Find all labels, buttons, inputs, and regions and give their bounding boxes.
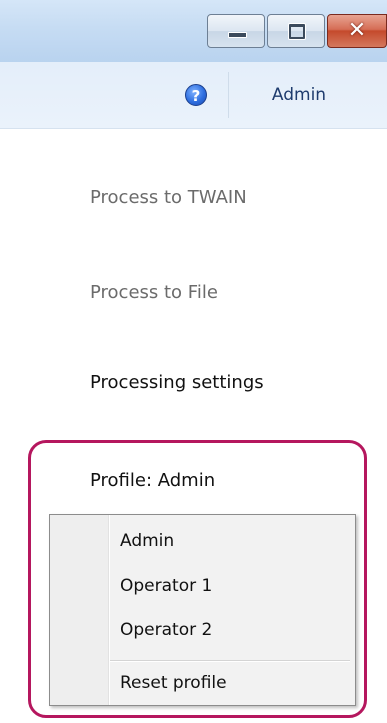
dropdown-separator: [110, 660, 350, 661]
close-button[interactable]: ✕: [327, 14, 387, 48]
app-window: ✕ ? Admin Process to TWAIN Process to Fi…: [0, 0, 387, 723]
maximize-icon: [289, 24, 305, 39]
profile-option-operator-1[interactable]: Operator 1: [120, 576, 212, 596]
title-bar: ✕: [0, 0, 387, 62]
process-to-file-item[interactable]: Process to File: [90, 282, 218, 303]
processing-settings-item[interactable]: Processing settings: [90, 372, 264, 393]
header-bar: ? Admin: [0, 62, 387, 129]
maximize-button[interactable]: [267, 14, 325, 48]
dropdown-gutter: [50, 515, 110, 705]
profile-option-operator-2[interactable]: Operator 2: [120, 620, 212, 640]
profile-dropdown: Admin Operator 1 Operator 2 Reset profil…: [49, 514, 356, 706]
minimize-icon: [228, 32, 247, 38]
minimize-button[interactable]: [207, 14, 265, 48]
profile-option-admin[interactable]: Admin: [120, 531, 174, 551]
close-icon: ✕: [347, 18, 367, 43]
profile-selector[interactable]: Profile: Admin: [90, 470, 215, 491]
reset-profile-item[interactable]: Reset profile: [120, 673, 227, 693]
help-icon[interactable]: ?: [185, 84, 207, 106]
process-to-twain-item[interactable]: Process to TWAIN: [90, 187, 247, 208]
user-menu-button[interactable]: Admin: [229, 62, 369, 128]
window-controls: ✕: [207, 14, 387, 48]
